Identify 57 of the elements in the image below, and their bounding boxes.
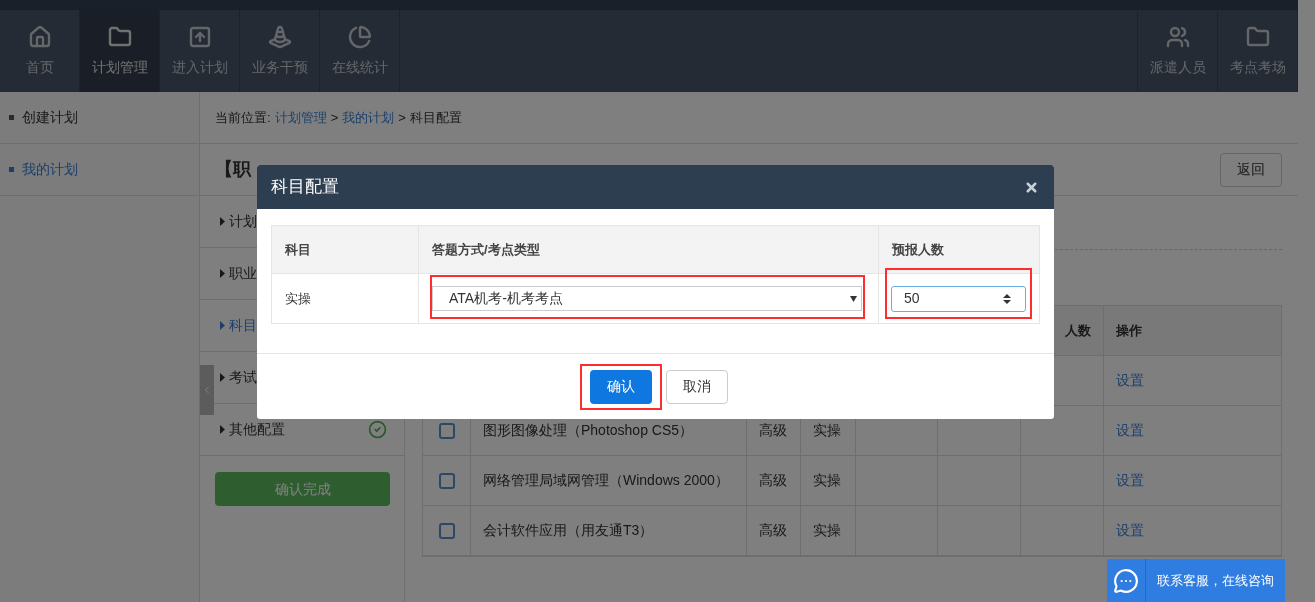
chat-icon [1113,567,1139,594]
table-cell-text: 高级 [759,471,787,490]
breadcrumb-current: 科目配置 [409,108,462,127]
confirm-button[interactable]: 确认 [589,369,652,404]
row-checkbox[interactable] [438,522,455,539]
check-icon [368,420,387,439]
settings-link[interactable]: 设置 [1116,370,1144,391]
finish-button[interactable]: 确认完成 [215,472,390,506]
caret-icon [220,269,225,278]
row-checkbox[interactable] [438,472,455,489]
table-header-cell-text: 操作 [1115,321,1143,340]
caret-icon [850,295,857,302]
folder-icon [1245,24,1270,49]
count-input[interactable]: 50 [891,285,1026,312]
table-header-cell-text: 科目 [285,240,311,259]
table-cell-text: 高级 [759,421,787,440]
caret-icon [220,425,225,434]
collapse-handle[interactable] [200,365,214,415]
sidebar-item[interactable]: 我的计划 [0,144,199,196]
breadcrumb-separator: > [330,108,339,127]
table-cell-text: 高级 [759,521,787,540]
back-button[interactable]: 返回 [1220,152,1282,187]
breadcrumb-link[interactable]: 我的计划 [342,107,395,128]
table-cell-text: 实操 [813,521,841,540]
caret-icon [220,321,225,330]
settings-link[interactable]: 设置 [1116,420,1144,441]
home-icon [27,24,52,49]
table-cell-text: 会计软件应用（用友通T3） [483,521,654,540]
table-cell-text: 实操 [813,421,841,440]
caret-icon [220,217,225,226]
table-header-cell-text: 答题方式/考点类型 [432,240,540,259]
cancel-button[interactable]: 取消 [665,369,728,404]
users-icon [1165,24,1190,49]
table-cell-text: 实操 [813,471,841,490]
table-header-cell-text: 预报人数 [892,240,944,259]
settings-link[interactable]: 设置 [1116,520,1144,541]
breadcrumb-label: 当前位置: [215,108,271,127]
breadcrumb-separator: > [398,108,406,127]
upload-icon [187,24,212,49]
cone-icon [267,24,292,49]
sidebar-item[interactable]: 创建计划 [0,92,199,144]
nav-tab[interactable]: 计划管理 [80,10,160,92]
table-cell-text: 实操 [285,289,311,308]
caret-icon [220,373,225,382]
dialog-title: 科目配置 [271,176,339,199]
table-cell-text: 网络管理局域网管理（Windows 2000） [483,471,729,490]
chat-widget[interactable]: 联系客服，在线咨询 [1107,559,1285,602]
mode-select[interactable]: ATA机考-机考考点 [432,286,862,311]
settings-link[interactable]: 设置 [1116,470,1144,491]
breadcrumb-link[interactable]: 计划管理 [274,107,327,128]
row-checkbox[interactable] [438,422,455,439]
page-title: 【职 [215,158,251,181]
spinner-icon [1003,292,1011,305]
table-cell-text: 图形图像处理（Photoshop CS5） [483,421,694,440]
folder-icon [107,24,132,49]
pie-chart-icon [347,24,372,49]
close-icon[interactable] [1024,179,1039,195]
